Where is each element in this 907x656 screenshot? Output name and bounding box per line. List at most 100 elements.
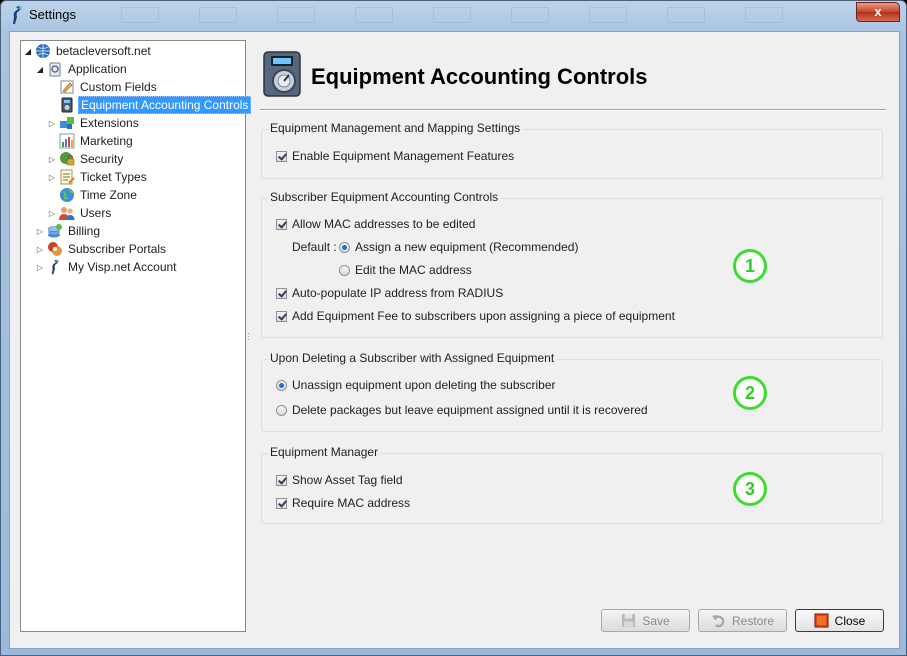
settings-tree[interactable]: ◢ betacleversoft.net ◢ Application Custo…: [20, 40, 252, 632]
annotation-badge-2: 2: [733, 376, 767, 410]
group-caption: Upon Deleting a Subscriber with Assigned…: [268, 351, 557, 365]
radio-label: Edit the MAC address: [355, 263, 472, 277]
checkbox-box[interactable]: [276, 150, 287, 162]
tree-label: Extensions: [80, 116, 139, 130]
collapsed-arrow-icon[interactable]: ▷: [35, 245, 45, 254]
tree-label: Billing: [68, 224, 101, 238]
billing-icon: [47, 224, 62, 238]
group-caption: Subscriber Equipment Accounting Controls: [268, 190, 501, 204]
tree-label: Marketing: [80, 134, 133, 148]
tree-node-ticket-types[interactable]: ▷ Ticket Types: [47, 168, 149, 186]
checkbox-label: Add Equipment Fee to subscribers upon as…: [292, 309, 675, 323]
annotation-badge-3: 3: [733, 472, 767, 506]
checkbox-label: Enable Equipment Management Features: [292, 149, 515, 163]
delete-packages-radio[interactable]: Delete packages but leave equipment assi…: [276, 403, 648, 417]
globe-icon: [36, 44, 50, 58]
checkbox-label: Allow MAC addresses to be edited: [292, 217, 476, 231]
extensions-icon: [60, 117, 74, 129]
annotation-badge-1: 1: [733, 249, 767, 283]
collapsed-arrow-icon[interactable]: ▷: [35, 263, 45, 272]
group-caption: Equipment Management and Mapping Setting…: [268, 121, 523, 135]
close-button-label: Close: [834, 613, 866, 628]
collapsed-arrow-icon[interactable]: ▷: [47, 155, 57, 164]
checkbox-box[interactable]: [276, 287, 287, 299]
splitter-grip[interactable]: · · ·: [247, 329, 250, 344]
restore-button[interactable]: Restore: [698, 609, 787, 632]
unassign-equipment-radio[interactable]: Unassign equipment upon deleting the sub…: [276, 378, 556, 392]
tree-node-custom-fields[interactable]: Custom Fields: [47, 78, 159, 96]
checkbox-box[interactable]: [276, 310, 287, 322]
close-door-icon: [814, 613, 829, 628]
tree-node-time-zone[interactable]: Time Zone: [47, 186, 139, 204]
checkbox-label: Auto-populate IP address from RADIUS: [292, 286, 504, 300]
radio-dot[interactable]: [339, 241, 350, 253]
close-button[interactable]: Close: [795, 609, 884, 632]
subscriber-portals-icon: [48, 242, 62, 256]
title-bar[interactable]: Settings x: [1, 1, 906, 29]
group-equipment-manager: Equipment Manager Show Asset Tag field R…: [261, 445, 883, 524]
tree-node-root[interactable]: ◢ betacleversoft.net: [23, 42, 153, 60]
visp-logo-icon: [51, 259, 59, 275]
page-title: Equipment Accounting Controls: [311, 64, 648, 89]
allow-mac-edit-checkbox[interactable]: Allow MAC addresses to be edited: [276, 217, 475, 231]
settings-window: Settings x ◢ betacleversoft.net ◢ Applic…: [0, 0, 907, 656]
enable-equipment-management-checkbox[interactable]: Enable Equipment Management Features: [276, 149, 514, 163]
ticket-types-icon: [60, 169, 75, 185]
security-icon: [60, 152, 75, 166]
tree-label: Ticket Types: [80, 170, 147, 184]
users-icon: [59, 207, 75, 220]
window-close-button[interactable]: x: [856, 2, 900, 22]
expanded-arrow-icon[interactable]: ◢: [35, 65, 45, 74]
tree-label: Time Zone: [80, 188, 137, 202]
background-column-ghost: [121, 7, 786, 23]
edit-mac-address-radio[interactable]: Edit the MAC address: [339, 263, 472, 277]
expanded-arrow-icon[interactable]: ◢: [23, 47, 33, 56]
assign-new-equipment-radio[interactable]: Assign a new equipment (Recommended): [339, 240, 578, 254]
tree-node-security[interactable]: ▷ Security: [47, 150, 125, 168]
restore-button-label: Restore: [731, 613, 775, 628]
time-zone-globe-icon: [60, 188, 74, 202]
tree-node-billing[interactable]: ▷ Billing: [35, 222, 102, 240]
checkbox-box[interactable]: [276, 218, 287, 230]
checkbox-box[interactable]: [276, 497, 287, 509]
tree-node-extensions[interactable]: ▷ Extensions: [47, 114, 141, 132]
group-mapping-settings: Equipment Management and Mapping Setting…: [261, 121, 883, 179]
tree-node-subscriber-portals[interactable]: ▷ Subscriber Portals: [35, 240, 168, 258]
window-title: Settings: [29, 7, 76, 22]
custom-fields-icon: [60, 80, 74, 94]
default-label-row: Default :: [292, 240, 337, 254]
collapsed-arrow-icon[interactable]: ▷: [47, 209, 57, 218]
radio-dot[interactable]: [276, 379, 287, 391]
application-icon: [49, 62, 61, 77]
collapsed-arrow-icon[interactable]: ▷: [35, 227, 45, 236]
collapsed-arrow-icon[interactable]: ▷: [47, 173, 57, 182]
show-asset-tag-checkbox[interactable]: Show Asset Tag field: [276, 473, 403, 487]
save-button[interactable]: Save: [601, 609, 690, 632]
radio-label: Delete packages but leave equipment assi…: [292, 403, 648, 417]
radio-dot[interactable]: [339, 264, 350, 276]
collapsed-arrow-icon[interactable]: ▷: [47, 119, 57, 128]
tree-node-application[interactable]: ◢ Application: [35, 60, 129, 78]
radio-label: Unassign equipment upon deleting the sub…: [292, 378, 556, 392]
tree-node-marketing[interactable]: Marketing: [47, 132, 135, 150]
group-accounting-controls: Subscriber Equipment Accounting Controls…: [261, 190, 883, 338]
tree-label: Custom Fields: [80, 80, 157, 94]
tree-node-users[interactable]: ▷ Users: [47, 204, 113, 222]
tree-node-equipment-accounting-controls[interactable]: Equipment Accounting Controls: [47, 96, 252, 114]
tree-label: betacleversoft.net: [56, 44, 151, 58]
tree-label: Application: [68, 62, 127, 76]
auto-populate-ip-checkbox[interactable]: Auto-populate IP address from RADIUS: [276, 286, 503, 300]
require-mac-address-checkbox[interactable]: Require MAC address: [276, 496, 410, 510]
checkbox-box[interactable]: [276, 474, 287, 486]
group-deleting-subscriber: Upon Deleting a Subscriber with Assigned…: [261, 351, 883, 432]
settings-client-area: ◢ betacleversoft.net ◢ Application Custo…: [9, 31, 900, 649]
tree-label: Security: [80, 152, 124, 166]
tree-node-my-visp-account[interactable]: ▷ My Visp.net Account: [35, 258, 179, 276]
checkbox-label: Show Asset Tag field: [292, 473, 403, 487]
visp-logo-icon: [13, 6, 22, 24]
marketing-chart-icon: [59, 133, 75, 149]
add-equipment-fee-checkbox[interactable]: Add Equipment Fee to subscribers upon as…: [276, 309, 675, 323]
radio-dot[interactable]: [276, 404, 287, 416]
default-label: Default :: [292, 240, 337, 254]
restore-undo-icon: [711, 614, 725, 628]
